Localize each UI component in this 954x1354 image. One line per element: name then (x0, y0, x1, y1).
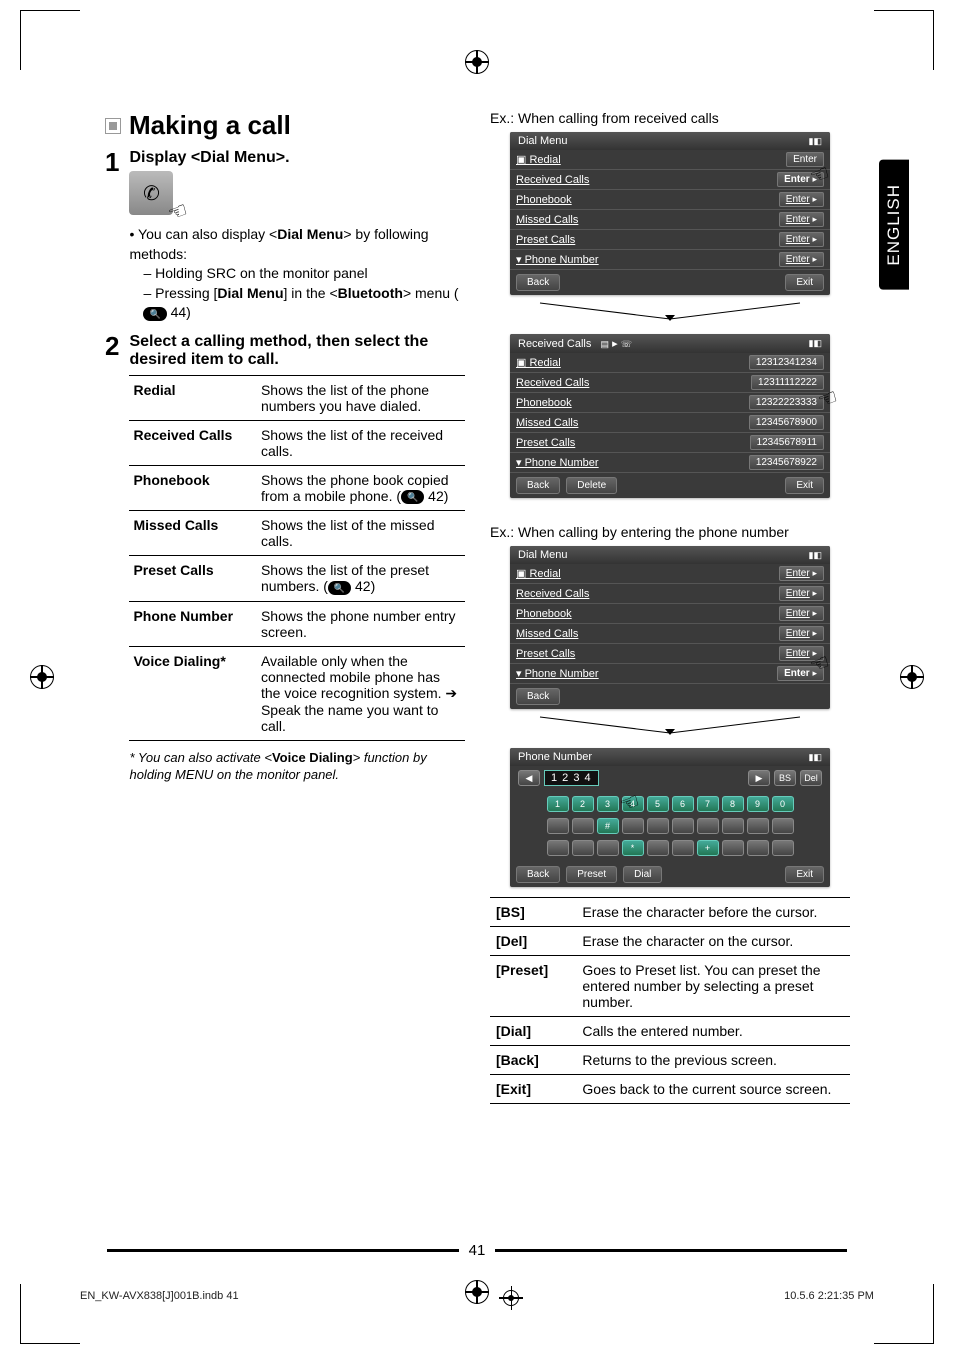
page-ref-pill (328, 581, 351, 595)
registration-mark (900, 665, 924, 689)
number-entry: 1 2 3 4 (544, 770, 599, 786)
table-row: [BS]Erase the character before the curso… (490, 898, 850, 927)
table-row: Preset CallsShows the list of the preset… (129, 556, 465, 601)
del-key: Del (800, 770, 822, 786)
table-row: [Preset]Goes to Preset list. You can pre… (490, 956, 850, 1017)
example-caption: Ex.: When calling by entering the phone … (490, 524, 850, 540)
bs-key: BS (774, 770, 796, 786)
page-ref-pill (401, 490, 424, 504)
print-footer: EN_KW-AVX838[J]001B.indb 41 10.5.6 2:21:… (80, 1290, 874, 1306)
ui-screenshot-dial-menu: Dial Menu▮◧ ▣ RedialEnter ▸ Received Cal… (510, 546, 830, 709)
table-row: [Exit]Goes back to the current source sc… (490, 1075, 850, 1104)
registration-mark (30, 665, 54, 689)
registration-mark (503, 1290, 519, 1306)
ui-screenshot-received-calls: Received Calls ▤ ▸ ☏▮◧ ▣ Redial123123412… (510, 334, 830, 498)
table-row: Phone NumberShows the phone number entry… (129, 601, 465, 646)
registration-mark (465, 50, 489, 74)
footer-filename: EN_KW-AVX838[J]001B.indb 41 (80, 1290, 239, 1306)
language-tab: ENGLISH (879, 160, 909, 290)
footer-timestamp: 10.5.6 2:21:35 PM (784, 1290, 874, 1306)
page-ref-pill (143, 307, 166, 321)
footnote: * You can also activate <Voice Dialing> … (129, 749, 465, 784)
step-title: Select a calling method, then select the… (129, 333, 465, 369)
signal-icon: ▮◧ (809, 550, 822, 561)
right-column: Ex.: When calling from received calls Di… (490, 110, 850, 1104)
table-row: [Back]Returns to the previous screen. (490, 1046, 850, 1075)
key-functions-table: [BS]Erase the character before the curso… (490, 897, 850, 1104)
flow-arrow-icon (490, 715, 850, 742)
crop-mark (874, 1284, 934, 1344)
crop-mark (874, 10, 934, 70)
example-caption: Ex.: When calling from received calls (490, 110, 850, 126)
cursor-left-icon: ◀ (518, 770, 540, 786)
step-number: 2 (105, 333, 119, 784)
list-icon: ▤ (601, 339, 610, 349)
definitions-table: RedialShows the list of the phone number… (129, 375, 465, 741)
page-number-bar: 41 (107, 1242, 847, 1259)
table-row: RedialShows the list of the phone number… (129, 375, 465, 420)
ui-screenshot-dial-menu: Dial Menu▮◧ ▣ RedialEnter Received Calls… (510, 132, 830, 295)
table-row: PhonebookShows the phone book copied fro… (129, 465, 465, 510)
step-number: 1 (105, 149, 119, 323)
phone-icon: ☏ (621, 339, 632, 349)
signal-icon: ▮◧ (809, 136, 822, 147)
sub-bullet: Holding SRC on the monitor panel (143, 264, 465, 284)
cursor-right-icon: ▶ (748, 770, 770, 786)
table-row: Received CallsShows the list of the rece… (129, 420, 465, 465)
phone-icon: ✆ (143, 181, 160, 206)
table-row: [Dial]Calls the entered number. (490, 1017, 850, 1046)
signal-icon: ▮◧ (809, 752, 822, 763)
ui-screenshot-phone-number: Phone Number▮◧ ◀ 1 2 3 4 ▶ BS Del 123456… (510, 748, 830, 887)
section-bullet-icon (105, 118, 121, 134)
step-title: Display <Dial Menu>. (129, 149, 465, 167)
crop-mark (20, 1284, 80, 1344)
phone-button-icon: ✆ ☜ (129, 171, 173, 215)
section-heading: Making a call (129, 110, 291, 141)
table-row: Missed CallsShows the list of the missed… (129, 511, 465, 556)
left-column: Making a call 1 Display <Dial Menu>. ✆ ☜… (105, 110, 465, 1104)
bullet-item: You can also display <Dial Menu> by foll… (129, 225, 465, 323)
flow-arrow-icon (490, 301, 850, 328)
sub-bullet: Pressing [Dial Menu] in the <Bluetooth> … (143, 284, 465, 323)
table-row: Voice Dialing*Available only when the co… (129, 646, 465, 740)
signal-icon: ▮◧ (809, 338, 822, 349)
page-number: 41 (469, 1242, 486, 1259)
table-row: [Del]Erase the character on the cursor. (490, 927, 850, 956)
hand-cursor-icon: ☜ (164, 196, 191, 227)
crop-mark (20, 10, 80, 70)
